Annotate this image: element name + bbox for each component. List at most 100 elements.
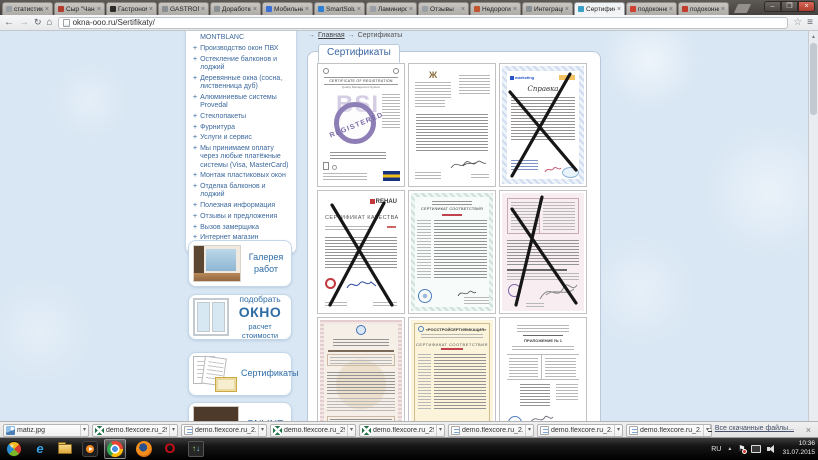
certificate-thumbnail[interactable]: СЕРТИФИКАТ СООТВЕТСТВИЯ [408,190,496,314]
tab[interactable]: подоконни× [678,2,729,15]
menu-icon[interactable]: ≡ [807,17,814,28]
sidebar-item[interactable]: +Вызов замерщика [193,224,292,232]
download-item[interactable]: demo.flexcore.ru_2...html▾ [181,424,267,437]
tab[interactable]: Доработки× [210,2,261,15]
page-scrollbar[interactable]: ▲ [808,31,818,421]
hidden-icons-arrow[interactable]: ▲ [727,446,732,452]
chevron-down-icon[interactable]: ▾ [614,425,620,436]
internet-explorer-icon[interactable]: e [32,441,48,457]
tab-close-icon[interactable]: × [149,6,153,13]
widget-online-consultant[interactable]: ONLINE [188,402,292,421]
tab-close-icon[interactable]: × [721,6,725,13]
tab[interactable]: Интеграци× [522,2,573,15]
widget-certificates[interactable]: Сертификаты [188,352,292,396]
sidebar-item[interactable]: +Мы принимаем оплату через любые платёжн… [193,145,292,170]
close-downloads-bar-icon[interactable]: × [806,425,811,435]
start-button[interactable] [6,441,22,457]
tab-close-icon[interactable]: × [357,6,361,13]
sidebar-item[interactable]: +Остекление балконов и лоджий [193,56,292,73]
bookmark-star-icon[interactable]: ☆ [793,17,802,28]
scroll-up-arrow-icon[interactable]: ▲ [809,32,818,42]
certificate-thumbnail[interactable]: marketing Справка [499,63,587,187]
opera-icon[interactable]: O [162,441,178,457]
breadcrumb-home-link[interactable]: Главная [318,32,345,39]
tab-close-icon[interactable]: × [513,6,517,13]
tab-close-icon[interactable]: × [565,6,569,13]
forward-icon[interactable]: → [19,18,29,28]
file-explorer-icon[interactable] [57,441,73,457]
certificate-thumbnail[interactable]: REHAU СЕРТИФИКАТ КАЧЕСТВА [317,190,405,314]
sidebar-item[interactable]: +Отделка балконов и лоджий [193,183,292,200]
show-all-downloads[interactable]: ↓ Все скачанные файлы... [708,425,794,432]
sidebar-item[interactable]: +Деревянные окна (сосна, лиственница дуб… [193,75,292,92]
sidebar-item[interactable]: +Фурнитура [193,124,292,132]
volume-icon[interactable] [767,445,776,453]
reload-icon[interactable]: ↻ [34,18,42,27]
back-icon[interactable]: ← [4,18,14,28]
download-item[interactable]: demo.flexcore.ru_2...html▾ [537,424,623,437]
sidebar-item[interactable]: +Алюминиевые системы Provedal [193,94,292,111]
download-item[interactable]: demo.flexcore.ru_2...html▾ [626,424,712,437]
url-text[interactable]: okna-ooo.ru/Sertifikaty/ [73,18,155,27]
tab-active[interactable]: Сертификат× [574,2,625,15]
chevron-down-icon[interactable]: ▾ [258,425,264,436]
certificate-thumbnail[interactable]: Ж [408,63,496,187]
chevron-down-icon[interactable]: ▾ [347,425,353,436]
download-item[interactable]: demo.flexcore.ru_2...html▾ [448,424,534,437]
tab[interactable]: SmartSoluti× [314,2,365,15]
action-center-flag-icon[interactable]: ⚑ [738,445,745,453]
address-bar[interactable]: okna-ooo.ru/Sertifikaty/ [58,17,789,29]
tab[interactable]: Отзывы× [418,2,469,15]
tab[interactable]: подоконни× [626,2,677,15]
tab[interactable]: Гастрономи× [106,2,157,15]
sidebar-item[interactable]: +Стеклопакеты [193,113,292,121]
certificate-thumbnail[interactable] [499,190,587,314]
chevron-down-icon[interactable]: ▾ [80,425,86,436]
tab[interactable]: Мобильный× [262,2,313,15]
download-item[interactable]: demo.flexcore.ru_29....csv▾ [92,424,178,437]
chevron-down-icon[interactable]: ▾ [169,425,175,436]
tab-close-icon[interactable]: × [409,6,413,13]
transfer-arrows-app-icon[interactable]: ↑↓ [188,441,204,457]
certificate-thumbnail[interactable] [317,317,405,421]
network-icon[interactable] [751,445,761,453]
tab-close-icon[interactable]: × [461,6,465,13]
firefox-icon[interactable] [136,441,152,457]
tab-close-icon[interactable]: × [305,6,309,13]
chrome-icon[interactable] [107,441,123,457]
certificate-thumbnail[interactable]: ПРИЛОЖЕНИЕ № 1 [499,317,587,421]
widget-window-calculator[interactable]: подобрать ОКНО расчет стоимости [188,294,292,340]
download-item[interactable]: demo.flexcore.ru_29....csv▾ [359,424,445,437]
tab-close-icon[interactable]: × [669,6,673,13]
media-player-icon[interactable] [82,441,98,457]
tab[interactable]: Сыр "Чанах"× [54,2,105,15]
tab[interactable]: Ламиниров× [366,2,417,15]
tab[interactable]: статистика× [2,2,53,15]
tab-close-icon[interactable]: × [201,6,205,13]
sidebar-item[interactable]: +Полезная информация [193,202,292,210]
certificate-thumbnail[interactable]: «РОССТРОЙСЕРТИФИКАЦИЯ» СЕРТИФИКАТ СООТВЕ… [408,317,496,421]
sidebar-item[interactable]: +Услуги и сервис [193,134,292,142]
show-all-downloads-link[interactable]: Все скачанные файлы... [715,425,794,432]
tab-close-icon[interactable]: × [97,6,101,13]
sidebar-item[interactable]: +Производство окон ПВХ [193,45,292,53]
language-indicator[interactable]: RU [711,446,721,453]
maximize-button[interactable]: ❐ [781,1,798,12]
sidebar-item[interactable]: +Отзывы и предложения [193,213,292,221]
sidebar-item[interactable]: +Монтаж пластиковых окон [193,172,292,180]
chevron-down-icon[interactable]: ▾ [436,425,442,436]
widget-gallery[interactable]: Галерея работ [188,240,292,287]
scrollbar-thumb[interactable] [810,43,817,115]
chevron-down-icon[interactable]: ▾ [525,425,531,436]
download-item[interactable]: matiz.jpg▾ [3,424,89,437]
sidebar-item[interactable]: +Оконные системы MONTBLANC [193,31,292,43]
tab-close-icon[interactable]: × [617,6,621,13]
certificate-thumbnail[interactable]: CERTIFICATE OF REGISTRATION Quality Mana… [317,63,405,187]
tab-close-icon[interactable]: × [253,6,257,13]
download-item[interactable]: demo.flexcore.ru_29....csv▾ [270,424,356,437]
minimize-button[interactable]: – [764,1,781,12]
close-button[interactable]: × [798,1,815,12]
clock[interactable]: 10:36 31.07.2015 [782,440,815,458]
new-tab-button[interactable] [734,4,751,13]
home-icon[interactable]: ⌂ [47,18,53,28]
